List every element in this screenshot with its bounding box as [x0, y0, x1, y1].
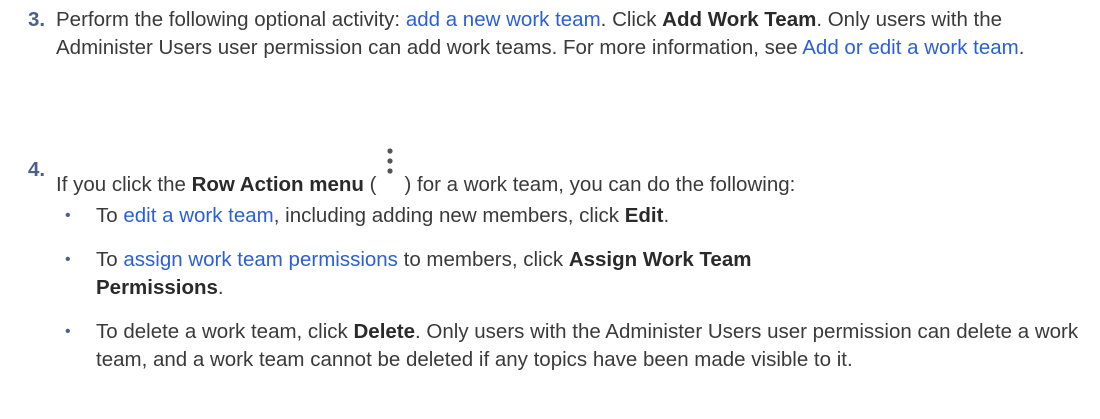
add-new-work-team-link[interactable]: add a new work team: [406, 8, 601, 31]
add-or-edit-work-team-link[interactable]: Add or edit a work team: [802, 36, 1019, 59]
bullet-pre: To: [96, 204, 124, 227]
bullet-icon: •: [65, 251, 71, 268]
edit-label: Edit: [624, 204, 664, 227]
add-work-team-label: Add Work Team: [662, 8, 817, 31]
step-4-end: ) for a work team, you can do the follow…: [404, 173, 796, 196]
step-number: 4.: [28, 158, 46, 181]
step-3-mid: . Click: [600, 8, 663, 31]
step-4-intro: If you click the: [56, 173, 192, 196]
step-4-text: If you click the Row Action menu ( ) for …: [56, 148, 1091, 199]
bullet-text: To delete a work team, click Delete. Onl…: [96, 318, 1086, 374]
edit-work-team-link[interactable]: edit a work team: [123, 204, 273, 227]
bullet-icon: •: [65, 323, 71, 340]
step-3-tail: .: [1018, 36, 1025, 59]
bullet-post: .: [663, 204, 670, 227]
bullet-pre: To: [96, 248, 124, 271]
bullet-text: To edit a work team, including adding ne…: [96, 202, 1086, 230]
step-3-intro: Perform the following optional activity:: [56, 8, 406, 31]
row-action-menu-label: Row Action menu: [191, 173, 364, 196]
bullet-mid: to members, click: [397, 248, 569, 271]
bullet-pre: To delete a work team, click: [96, 320, 354, 343]
bullet-icon: •: [65, 207, 71, 224]
bullet-text: To assign work team permissions to membe…: [96, 246, 816, 302]
delete-label: Delete: [353, 320, 416, 343]
bullet-mid: , including adding new members, click: [273, 204, 625, 227]
paren-open: (: [363, 173, 377, 196]
kebab-menu-icon: [378, 144, 402, 182]
bullet-post: .: [217, 276, 224, 299]
assign-work-team-permissions-link[interactable]: assign work team permissions: [123, 248, 398, 271]
step-3-text: Perform the following optional activity:…: [56, 6, 1091, 62]
step-number: 3.: [28, 8, 46, 31]
